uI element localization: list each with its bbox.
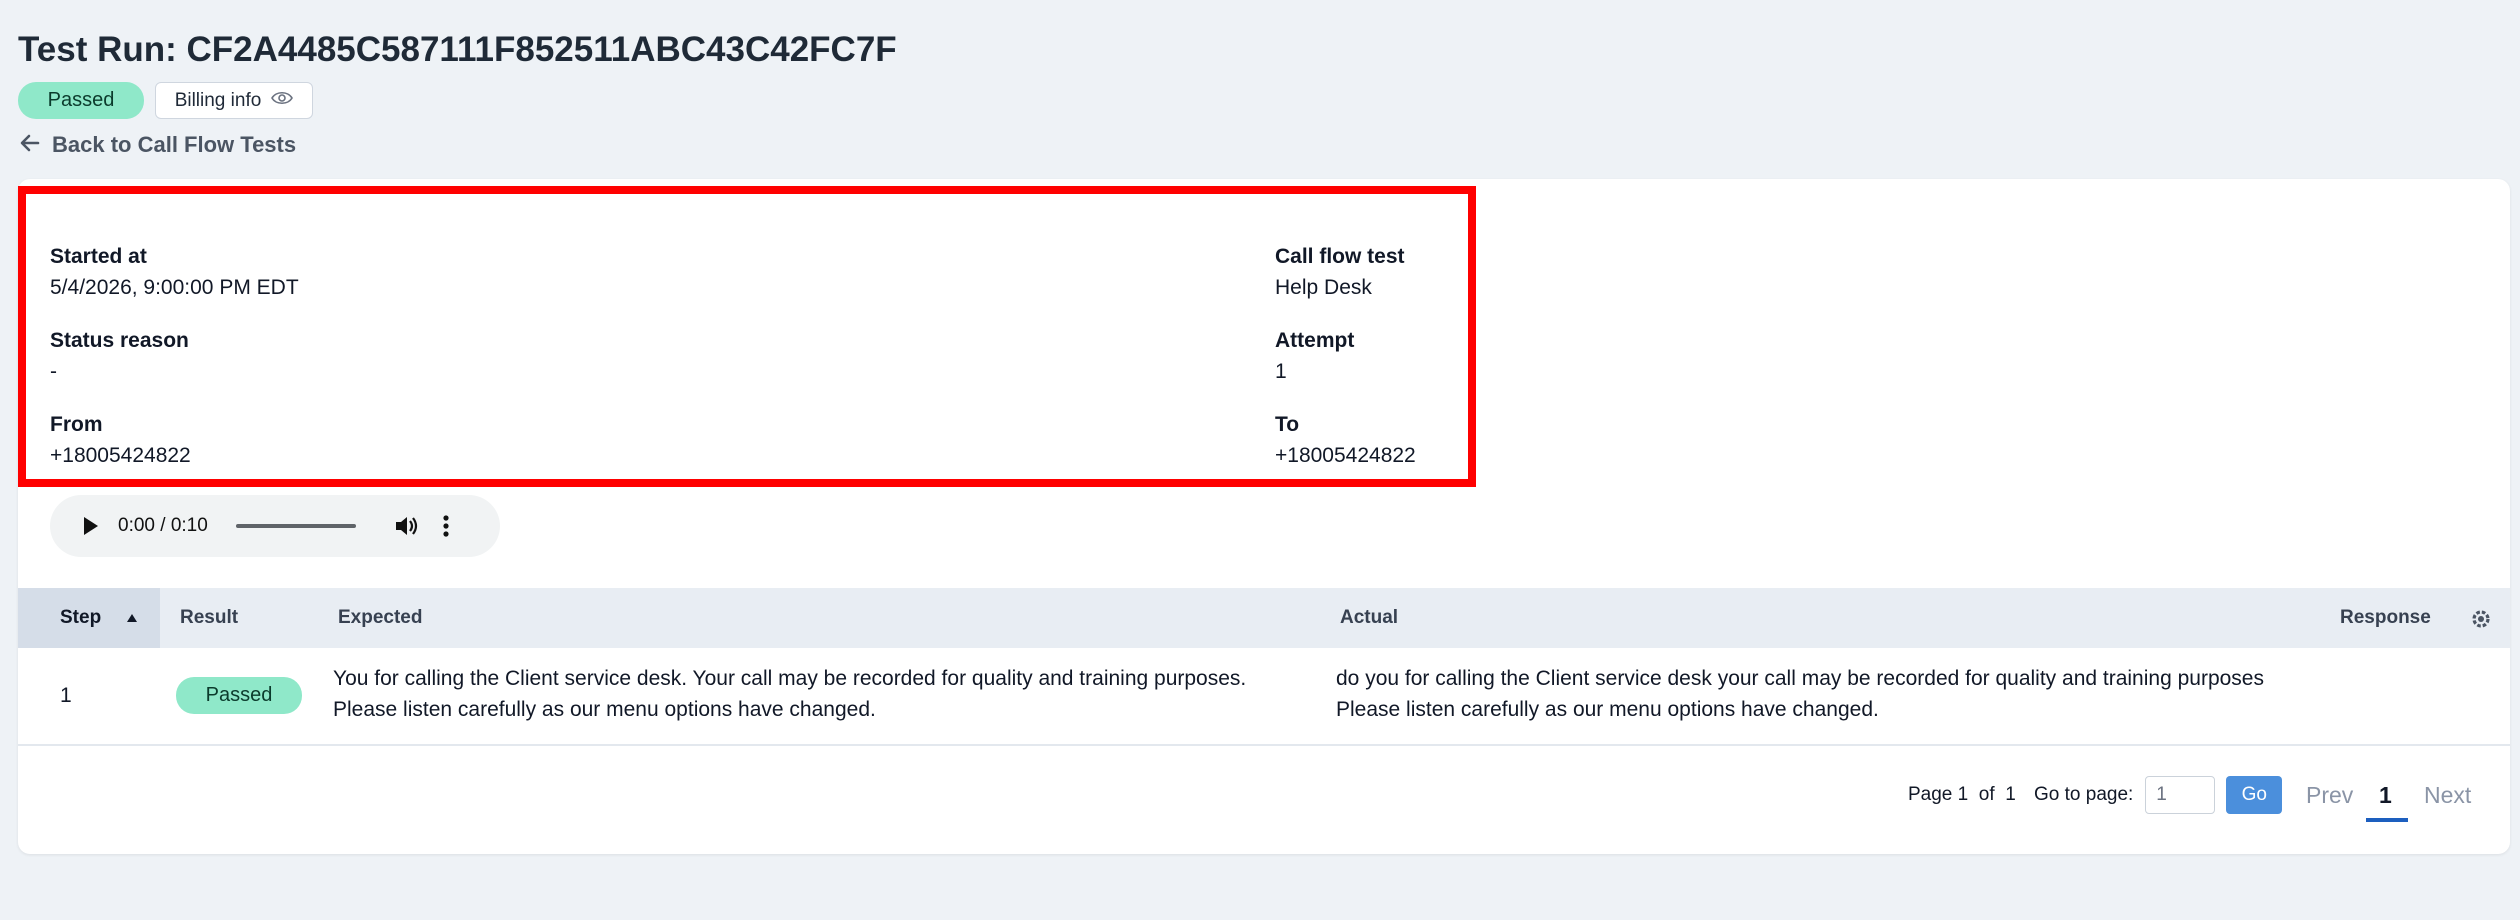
to-value: +18005424822 [1275,444,1416,467]
billing-info-button[interactable]: Billing info [155,82,313,119]
details-highlight-box [18,186,1476,487]
attempt-label: Attempt [1275,329,1355,352]
call-flow-test-label: Call flow test [1275,245,1405,268]
page-total: 1 [2005,784,2016,805]
audio-player: 0:00 / 0:10 [50,495,500,557]
column-header-result[interactable]: Result [180,588,238,648]
status-badge: Passed [18,82,144,119]
arrow-left-icon [20,132,40,158]
next-button[interactable]: Next [2424,774,2471,816]
status-reason-value: - [50,360,57,383]
page-word: Page [1908,784,1953,805]
gear-icon[interactable] [2470,608,2492,630]
of-word: of [1978,784,1995,805]
from-label: From [50,413,103,436]
table-header: Step Result Expected Actual Response [18,588,2510,650]
column-header-step[interactable]: Step [18,588,160,648]
back-link-label: Back to Call Flow Tests [52,132,297,157]
page-title: Test Run: CF2A4485C587111F852511ABC43C42… [18,30,897,69]
sort-asc-icon [126,588,138,648]
active-page-indicator [2366,818,2408,822]
goto-page-input[interactable] [2145,776,2216,814]
from-value: +18005424822 [50,444,191,467]
volume-icon[interactable] [394,514,420,538]
goto-page: Go to page: Go [2034,774,2283,816]
status-reason-label: Status reason [50,329,189,352]
eye-icon [271,90,294,112]
prev-button[interactable]: Prev [2306,774,2353,816]
audio-time: 0:00 / 0:10 [118,515,208,536]
goto-page-label: Go to page: [2034,784,2134,805]
attempt-value: 1 [1275,360,1287,383]
to-label: To [1275,413,1300,436]
column-header-expected[interactable]: Expected [338,588,422,648]
table-row[interactable]: 1 Passed You for calling the Client serv… [18,648,2510,746]
page-number-button[interactable]: 1 [2379,774,2392,816]
billing-info-label: Billing info [174,89,262,111]
started-at-value: 5/4/2026, 9:00:00 PM EDT [50,276,299,299]
cell-expected: You for calling the Client service desk.… [333,667,1247,721]
back-link[interactable]: Back to Call Flow Tests [20,132,296,158]
column-header-actual[interactable]: Actual [1340,588,1398,648]
cell-actual: do you for calling the Client service de… [1336,667,2264,721]
column-header-response[interactable]: Response [2340,588,2431,648]
result-badge: Passed [176,677,302,714]
play-icon[interactable] [82,516,100,536]
go-button[interactable]: Go [2226,776,2283,814]
cell-step: 1 [60,684,72,707]
started-at-label: Started at [50,245,147,268]
step-header-label: Step [60,607,102,628]
pagination-info: Page 1 of 1 [1908,774,2016,816]
audio-seek-bar[interactable] [235,524,356,528]
page-current: 1 [1957,784,1969,805]
call-flow-test-value: Help Desk [1275,276,1372,299]
more-options-icon[interactable] [442,515,450,537]
